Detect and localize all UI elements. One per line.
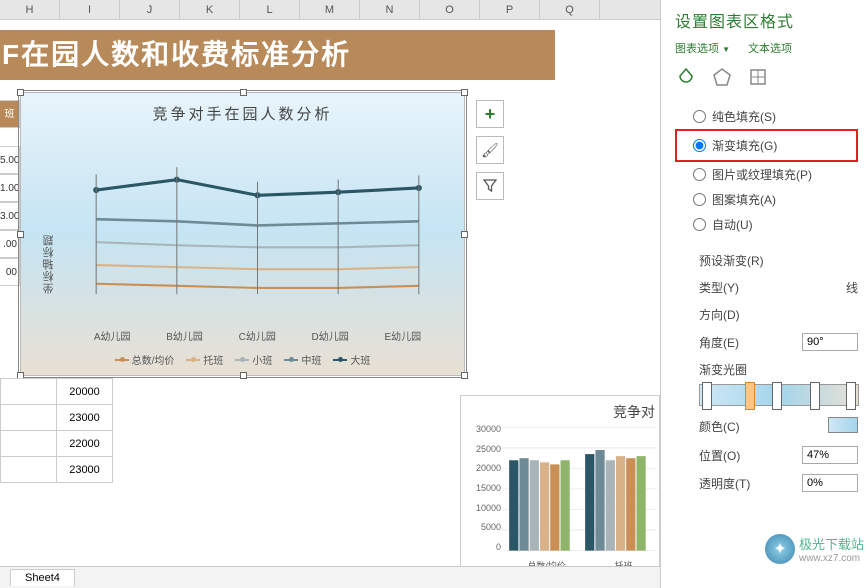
watermark-url: www.xz7.com bbox=[799, 553, 864, 564]
type-value: 线 bbox=[846, 279, 858, 296]
left-cell: 00 bbox=[0, 258, 20, 286]
chart-side-buttons: + 🖌 bbox=[476, 100, 504, 200]
gradient-stops-slider[interactable] bbox=[699, 384, 859, 406]
legend-item[interactable]: 小班 bbox=[235, 352, 272, 367]
col-m[interactable]: M bbox=[300, 0, 360, 19]
main-chart[interactable]: 竞争对手在园人数分析 坐标轴标题 A幼儿园 B幼儿园 C幼儿园 D幼儿园 E幼儿… bbox=[20, 92, 465, 376]
legend-item[interactable]: 大班 bbox=[333, 352, 370, 367]
chevron-down-icon: ▼ bbox=[722, 45, 730, 54]
table-cell[interactable]: 20000 bbox=[57, 379, 113, 405]
angle-input[interactable] bbox=[802, 333, 858, 351]
resize-handle[interactable] bbox=[461, 231, 468, 238]
fill-pattern-radio[interactable]: 图案填充(A) bbox=[675, 187, 858, 212]
legend-item[interactable]: 托班 bbox=[186, 352, 223, 367]
pane-subtitle: 图表选项 ▼ 文本选项 bbox=[675, 40, 858, 56]
left-cell: 5.00 bbox=[0, 146, 20, 174]
chart-legend[interactable]: 总数/均价 托班 小班 中班 大班 bbox=[21, 352, 464, 367]
resize-handle[interactable] bbox=[461, 89, 468, 96]
gradient-stop[interactable] bbox=[745, 382, 755, 410]
fill-gradient-highlight: 渐变填充(G) bbox=[675, 129, 858, 162]
x-tick: C幼儿园 bbox=[239, 328, 276, 343]
chart-styles-button[interactable]: 🖌 bbox=[476, 136, 504, 164]
x-tick: D幼儿园 bbox=[312, 328, 349, 343]
x-tick: E幼儿园 bbox=[384, 328, 421, 343]
resize-handle[interactable] bbox=[461, 372, 468, 379]
fill-solid-radio[interactable]: 纯色填充(S) bbox=[675, 104, 858, 129]
gradient-stop[interactable] bbox=[772, 382, 782, 410]
format-chart-area-pane: 设置图表区格式 图表选项 ▼ 文本选项 纯色填充(S) 渐变填充(G) 图片或纹… bbox=[660, 0, 868, 588]
text-options-link[interactable]: 文本选项 bbox=[748, 40, 792, 56]
gradient-type-field[interactable]: 类型(Y) 线 bbox=[675, 274, 858, 301]
left-partial-table: 班 5.00 1.00 3.00 .00 00 bbox=[0, 100, 20, 286]
fill-line-icon[interactable] bbox=[675, 66, 697, 88]
table-cell[interactable]: 23000 bbox=[57, 405, 113, 431]
y-axis-label[interactable]: 坐标轴标题 bbox=[41, 234, 57, 294]
col-k[interactable]: K bbox=[180, 0, 240, 19]
mini-plot-area bbox=[503, 426, 657, 552]
col-n[interactable]: N bbox=[360, 0, 420, 19]
effects-icon[interactable] bbox=[711, 66, 733, 88]
gradient-stops-label: 渐变光圈 bbox=[675, 356, 858, 378]
legend-item[interactable]: 总数/均价 bbox=[115, 352, 175, 367]
gradient-angle-field: 角度(E) bbox=[675, 328, 858, 356]
fill-gradient-radio[interactable]: 渐变填充(G) bbox=[693, 133, 854, 158]
col-j[interactable]: J bbox=[120, 0, 180, 19]
watermark-logo-icon: ✦ bbox=[765, 534, 795, 564]
x-tick: A幼儿园 bbox=[94, 328, 131, 343]
resize-handle[interactable] bbox=[17, 89, 24, 96]
bar-chart-svg bbox=[503, 426, 657, 552]
left-cell: 1.00 bbox=[0, 174, 20, 202]
col-p[interactable]: P bbox=[480, 0, 540, 19]
plus-icon: + bbox=[485, 104, 496, 125]
chart-plot-area[interactable] bbox=[76, 138, 439, 315]
x-axis-labels: A幼儿园 B幼儿园 C幼儿园 D幼儿园 E幼儿园 bbox=[76, 328, 439, 343]
page-title: F在园人数和收费标准分析 bbox=[0, 30, 555, 80]
left-header: 班 bbox=[0, 100, 20, 128]
chart-elements-button[interactable]: + bbox=[476, 100, 504, 128]
left-cell: 3.00 bbox=[0, 202, 20, 230]
table-cell[interactable]: 22000 bbox=[57, 431, 113, 457]
preset-gradient-field[interactable]: 预设渐变(R) bbox=[675, 247, 858, 274]
col-q[interactable]: Q bbox=[540, 0, 600, 19]
bottom-table[interactable]: 20000 23000 22000 23000 bbox=[0, 378, 113, 483]
transparency-input[interactable] bbox=[802, 474, 858, 492]
resize-handle[interactable] bbox=[240, 372, 247, 379]
line-chart-svg bbox=[76, 138, 439, 315]
mini-bar-chart[interactable]: 竞争对 300002500020000150001000050000 总数/均价… bbox=[460, 395, 660, 575]
funnel-icon bbox=[483, 179, 497, 193]
chart-filter-button[interactable] bbox=[476, 172, 504, 200]
pane-title: 设置图表区格式 bbox=[675, 8, 858, 32]
gradient-direction-field[interactable]: 方向(D) bbox=[675, 301, 858, 328]
gradient-stop[interactable] bbox=[702, 382, 712, 410]
pane-tab-icons bbox=[675, 66, 858, 88]
gradient-position-field: 位置(O) bbox=[675, 441, 858, 469]
legend-item[interactable]: 中班 bbox=[284, 352, 321, 367]
fill-auto-radio[interactable]: 自动(U) bbox=[675, 212, 858, 237]
table-cell[interactable]: 23000 bbox=[57, 457, 113, 483]
gradient-transparency-field: 透明度(T) bbox=[675, 469, 858, 497]
chart-title[interactable]: 竞争对手在园人数分析 bbox=[21, 93, 464, 134]
col-o[interactable]: O bbox=[420, 0, 480, 19]
position-input[interactable] bbox=[802, 446, 858, 464]
chart-options-link[interactable]: 图表选项 ▼ bbox=[675, 40, 730, 56]
size-properties-icon[interactable] bbox=[747, 66, 769, 88]
resize-handle[interactable] bbox=[17, 231, 24, 238]
resize-handle[interactable] bbox=[240, 89, 247, 96]
gradient-stop[interactable] bbox=[810, 382, 820, 410]
watermark-text: 极光下载站 bbox=[799, 537, 864, 552]
sheet-tab[interactable]: Sheet4 bbox=[10, 569, 75, 586]
col-i[interactable]: I bbox=[60, 0, 120, 19]
color-swatch[interactable] bbox=[828, 417, 858, 433]
gradient-color-field[interactable]: 颜色(C) bbox=[675, 412, 858, 441]
mini-y-axis: 300002500020000150001000050000 bbox=[463, 424, 501, 552]
watermark: ✦ 极光下载站 www.xz7.com bbox=[765, 534, 864, 564]
fill-picture-radio[interactable]: 图片或纹理填充(P) bbox=[675, 162, 858, 187]
brush-icon: 🖌 bbox=[481, 142, 499, 159]
col-h[interactable]: H bbox=[0, 0, 60, 19]
col-l[interactable]: L bbox=[240, 0, 300, 19]
gradient-stop[interactable] bbox=[846, 382, 856, 410]
x-tick: B幼儿园 bbox=[166, 328, 203, 343]
